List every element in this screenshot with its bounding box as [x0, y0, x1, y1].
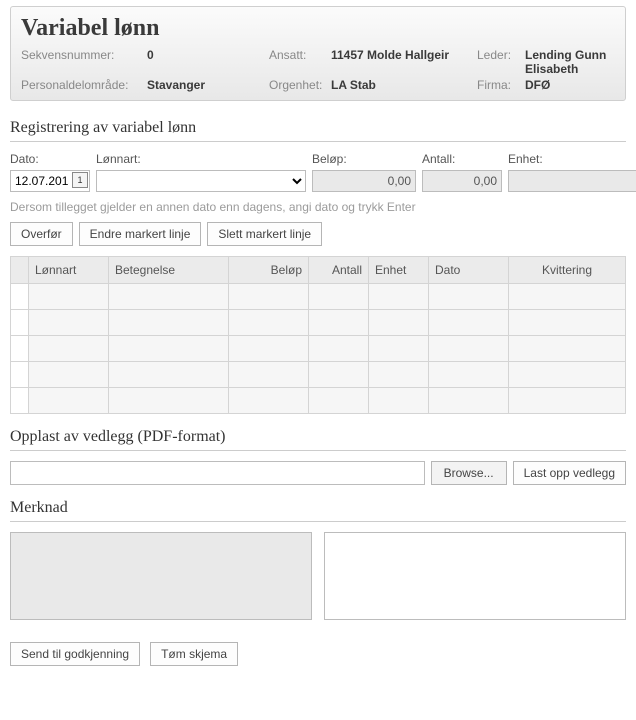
upload-title: Opplast av vedlegg (PDF-format) [10, 428, 626, 451]
wage-type-select[interactable] [96, 170, 306, 192]
table-row[interactable] [11, 388, 626, 414]
lines-table: Lønnart Betegnelse Beløp Antall Enhet Da… [10, 256, 626, 414]
col-date: Dato [429, 257, 509, 284]
amount-input[interactable] [312, 170, 416, 192]
page-title: Variabel lønn [21, 15, 615, 42]
table-row[interactable] [11, 284, 626, 310]
edit-line-button[interactable]: Endre markert linje [79, 222, 202, 246]
calendar-icon[interactable]: 1 [72, 172, 88, 188]
employee-value: 11457 Molde Hallgeir [331, 48, 449, 76]
unit-label: Enhet: [508, 152, 636, 166]
table-row[interactable] [11, 310, 626, 336]
col-unit: Enhet [369, 257, 429, 284]
leader-label: Leder: [477, 48, 519, 76]
amount-label: Beløp: [312, 152, 416, 166]
unit-input[interactable] [508, 170, 636, 192]
note-readonly-box [10, 532, 312, 620]
col-quantity: Antall [309, 257, 369, 284]
wage-type-label: Lønnart: [96, 152, 306, 166]
company-value: DFØ [525, 78, 550, 92]
submit-button[interactable]: Send til godkjenning [10, 642, 140, 666]
browse-button[interactable]: Browse... [431, 461, 507, 485]
registration-fields: Dato: 1 Lønnart: Beløp: Antall: Enhet: [10, 152, 626, 192]
company-label: Firma: [477, 78, 519, 92]
col-amount: Beløp [229, 257, 309, 284]
col-wage-type: Lønnart [29, 257, 109, 284]
table-row[interactable] [11, 336, 626, 362]
date-label: Dato: [10, 152, 90, 166]
note-title: Merknad [10, 499, 626, 522]
seq-value: 0 [147, 48, 154, 76]
registration-hint: Dersom tillegget gjelder en annen dato e… [10, 200, 626, 214]
delete-line-button[interactable]: Slett markert linje [207, 222, 322, 246]
area-label: Personaldelområde: [21, 78, 141, 92]
upload-path-input[interactable] [10, 461, 425, 485]
col-description: Betegnelse [109, 257, 229, 284]
orgunit-label: Orgenhet: [269, 78, 325, 92]
leader-value: Lending Gunn Elisabeth [525, 48, 615, 76]
note-input-box[interactable] [324, 532, 626, 620]
clear-button[interactable]: Tøm skjema [150, 642, 238, 666]
transfer-button[interactable]: Overfør [10, 222, 73, 246]
seq-label: Sekvensnummer: [21, 48, 141, 76]
table-row[interactable] [11, 362, 626, 388]
quantity-input[interactable] [422, 170, 502, 192]
col-select [11, 257, 29, 284]
orgunit-value: LA Stab [331, 78, 376, 92]
header-box: Variabel lønn Sekvensnummer:0 Ansatt:114… [10, 6, 626, 101]
area-value: Stavanger [147, 78, 205, 92]
upload-button[interactable]: Last opp vedlegg [513, 461, 626, 485]
col-receipt: Kvittering [509, 257, 626, 284]
registration-title: Registrering av variabel lønn [10, 119, 626, 142]
employee-label: Ansatt: [269, 48, 325, 76]
quantity-label: Antall: [422, 152, 502, 166]
